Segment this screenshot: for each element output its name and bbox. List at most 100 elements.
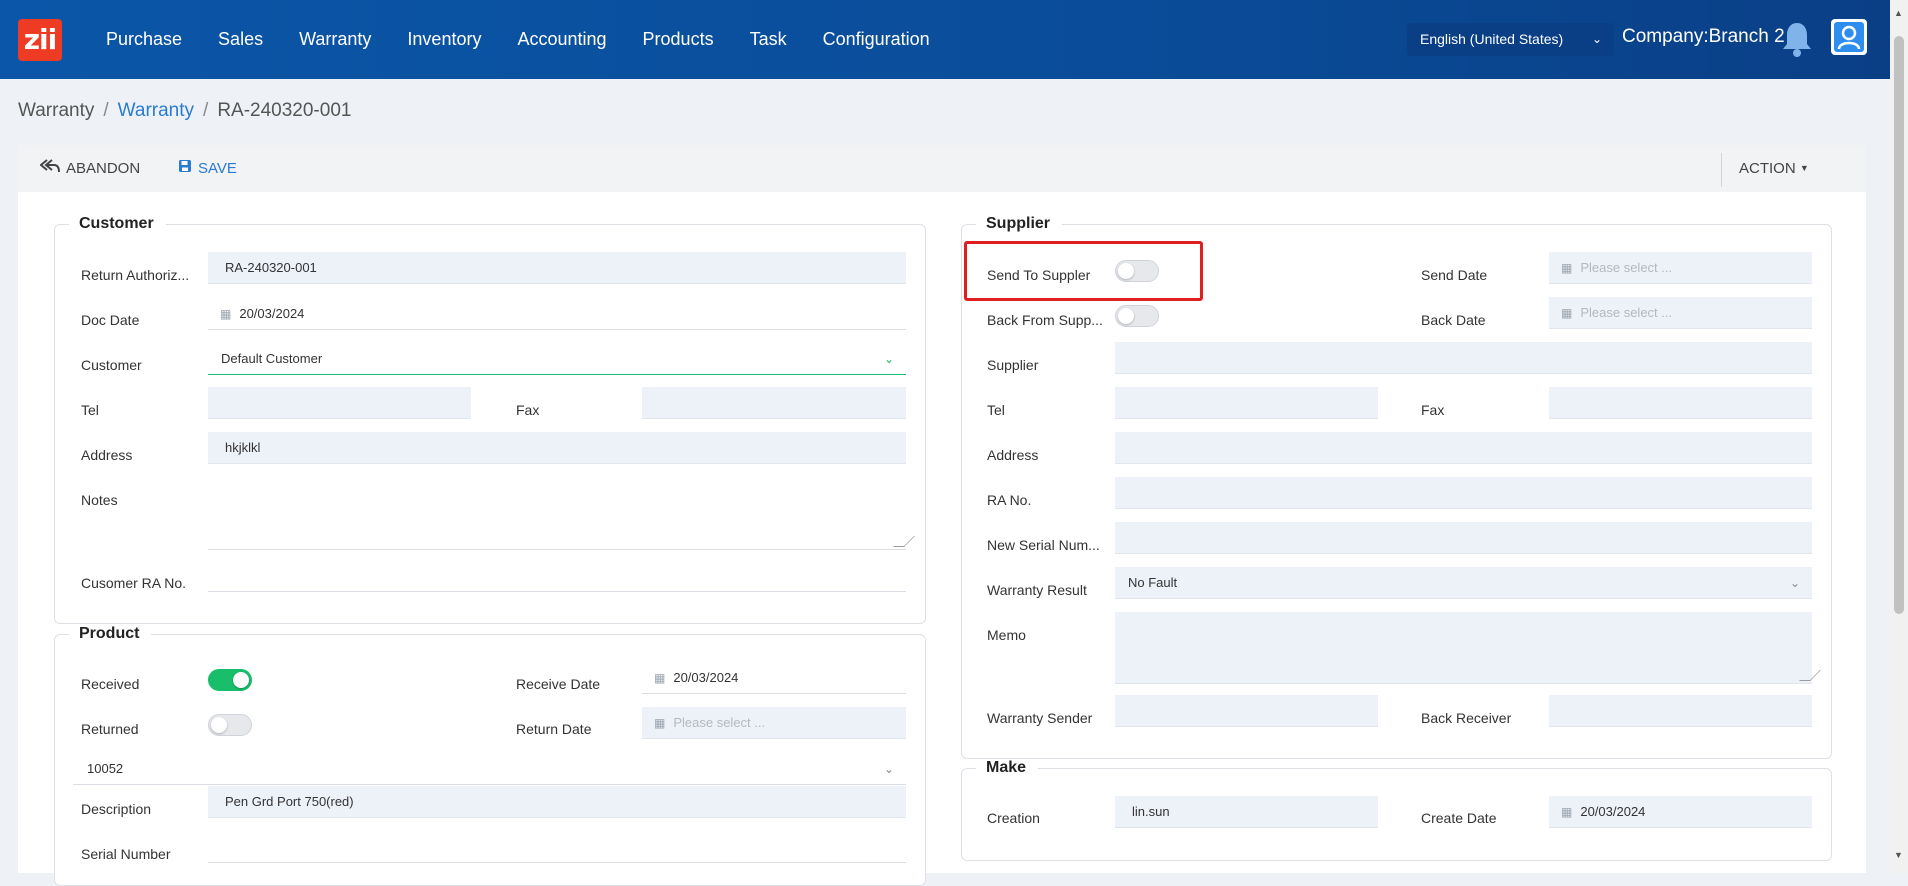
- chevron-down-icon: ⌄: [883, 352, 894, 366]
- back-date-field[interactable]: ▦ Please select ...: [1549, 297, 1812, 329]
- customer-address-label: Address: [81, 447, 133, 463]
- return-date-field[interactable]: ▦ Please select ...: [642, 707, 906, 739]
- warranty-sender-input[interactable]: [1115, 695, 1378, 727]
- nav-item-products[interactable]: Products: [643, 29, 714, 50]
- new-serial-input[interactable]: [1115, 522, 1812, 554]
- calendar-icon: ▦: [1561, 261, 1573, 275]
- supplier-address-label: Address: [987, 447, 1039, 463]
- nav-item-warranty[interactable]: Warranty: [299, 29, 371, 50]
- memo-textarea[interactable]: [1115, 612, 1821, 684]
- main-nav: Purchase Sales Warranty Inventory Accoun…: [88, 0, 948, 79]
- nav-item-configuration[interactable]: Configuration: [823, 29, 930, 50]
- doc-date-field[interactable]: ▦ 20/03/2024: [208, 298, 906, 330]
- creation-label: Creation: [987, 810, 1040, 826]
- product-code-value: 10052: [87, 761, 124, 776]
- breadcrumb-root: Warranty: [18, 100, 95, 121]
- notes-label: Notes: [81, 492, 118, 508]
- receive-date-value: 20/03/2024: [673, 670, 739, 685]
- description-field[interactable]: Pen Grd Port 750(red): [208, 786, 906, 818]
- user-avatar-icon[interactable]: [1831, 19, 1867, 55]
- toolbar-divider: [1721, 153, 1722, 187]
- customer-label: Customer: [81, 357, 142, 373]
- supplier-tel-input[interactable]: [1115, 387, 1378, 419]
- abandon-label: ABANDON: [66, 160, 141, 177]
- send-date-field[interactable]: ▦ Please select ...: [1549, 252, 1812, 284]
- creation-field: lin.sun: [1115, 796, 1378, 828]
- description-label: Description: [81, 801, 152, 817]
- new-serial-label: New Serial Num...: [987, 537, 1100, 553]
- language-select[interactable]: English (United States) ⌄: [1407, 23, 1614, 56]
- warranty-sender-label: Warranty Sender: [987, 710, 1093, 726]
- calendar-icon: ▦: [1561, 805, 1573, 819]
- memo-label: Memo: [987, 627, 1026, 643]
- form-toolbar: ABANDON SAVE ACTION ▼: [18, 145, 1866, 193]
- back-receiver-label: Back Receiver: [1421, 710, 1512, 726]
- back-from-supplier-label: Back From Supp...: [987, 312, 1103, 328]
- doc-date-value: 20/03/2024: [239, 306, 305, 321]
- scroll-down-icon[interactable]: ▼: [1894, 850, 1903, 860]
- caret-down-icon: ▼: [1799, 163, 1809, 173]
- scroll-up-icon[interactable]: ▲: [1894, 8, 1903, 18]
- top-navbar: zii Purchase Sales Warranty Inventory Ac…: [0, 0, 1890, 79]
- chevron-down-icon: ⌄: [1789, 576, 1800, 590]
- vertical-scrollbar[interactable]: ▲ ▼: [1890, 0, 1908, 873]
- serial-number-input[interactable]: [208, 831, 906, 863]
- breadcrumb-warranty-link[interactable]: Warranty: [118, 100, 194, 121]
- supplier-label: Supplier: [987, 357, 1039, 373]
- warranty-result-select[interactable]: No Fault ⌄: [1115, 567, 1812, 599]
- return-auth-field: RA-240320-001: [208, 252, 906, 284]
- save-button[interactable]: SAVE: [178, 145, 237, 192]
- customer-ra-no-input[interactable]: [208, 560, 906, 592]
- create-date-value: 20/03/2024: [1580, 804, 1646, 819]
- notes-textarea[interactable]: [208, 478, 915, 550]
- supplier-input[interactable]: [1115, 342, 1812, 374]
- customer-tel-input[interactable]: [208, 387, 471, 419]
- nav-item-task[interactable]: Task: [750, 29, 787, 50]
- save-icon: [178, 145, 192, 192]
- chevron-down-icon: ⌄: [883, 762, 894, 776]
- customer-ra-no-label: Cusomer RA No.: [81, 575, 187, 591]
- abandon-button[interactable]: ABANDON: [39, 145, 141, 192]
- serial-number-label: Serial Number: [81, 846, 171, 862]
- language-value: English (United States): [1420, 31, 1564, 47]
- return-auth-label: Return Authoriz...: [81, 267, 190, 283]
- highlight-box: [964, 241, 1203, 301]
- receive-date-field[interactable]: ▦ 20/03/2024: [642, 662, 906, 694]
- create-date-label: Create Date: [1421, 810, 1497, 826]
- breadcrumb: Warranty / Warranty / RA-240320-001: [18, 100, 351, 122]
- product-code-select[interactable]: 10052 ⌄: [73, 753, 906, 785]
- breadcrumb-current: RA-240320-001: [217, 100, 352, 121]
- customer-value: Default Customer: [221, 351, 323, 366]
- calendar-icon: ▦: [654, 716, 666, 730]
- customer-fax-label: Fax: [516, 402, 540, 418]
- create-date-field: ▦ 20/03/2024: [1549, 796, 1812, 828]
- nav-item-inventory[interactable]: Inventory: [407, 29, 481, 50]
- back-date-placeholder: Please select ...: [1580, 305, 1673, 320]
- calendar-icon: ▦: [220, 307, 232, 321]
- back-date-label: Back Date: [1421, 312, 1486, 328]
- receive-date-label: Receive Date: [516, 676, 601, 692]
- app-logo[interactable]: zii: [18, 19, 62, 61]
- action-dropdown-button[interactable]: ACTION ▼: [1739, 145, 1809, 192]
- supplier-fax-input[interactable]: [1549, 387, 1812, 419]
- return-date-label: Return Date: [516, 721, 592, 737]
- send-date-label: Send Date: [1421, 267, 1488, 283]
- nav-item-sales[interactable]: Sales: [218, 29, 263, 50]
- nav-item-purchase[interactable]: Purchase: [106, 29, 182, 50]
- ra-no-input[interactable]: [1115, 477, 1812, 509]
- received-toggle[interactable]: [208, 669, 252, 691]
- back-from-supplier-toggle[interactable]: [1115, 305, 1159, 327]
- customer-address-input[interactable]: hkjklkl: [208, 432, 906, 464]
- bell-icon[interactable]: [1779, 19, 1815, 59]
- returned-toggle[interactable]: [208, 714, 252, 736]
- product-section-title: Product: [69, 625, 152, 643]
- breadcrumb-separator: /: [203, 100, 209, 121]
- ra-no-label: RA No.: [987, 492, 1032, 508]
- scrollbar-thumb[interactable]: [1894, 36, 1904, 614]
- back-receiver-input[interactable]: [1549, 695, 1812, 727]
- received-label: Received: [81, 676, 140, 692]
- supplier-address-input[interactable]: [1115, 432, 1812, 464]
- nav-item-accounting[interactable]: Accounting: [517, 29, 606, 50]
- customer-fax-input[interactable]: [642, 387, 906, 419]
- customer-select[interactable]: Default Customer ⌄: [208, 343, 906, 375]
